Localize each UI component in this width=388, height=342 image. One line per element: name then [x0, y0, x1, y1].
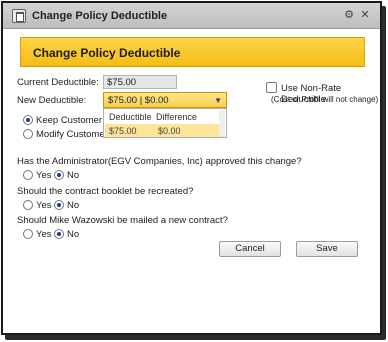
- option-deductible: $75.00: [109, 126, 137, 136]
- new-deductible-dropdown[interactable]: $75.00 | $0.00 ▼: [103, 92, 227, 108]
- column-header-difference: Difference: [156, 112, 197, 122]
- q3-no-label: No: [67, 229, 80, 240]
- q3-yes-radio[interactable]: [23, 229, 33, 239]
- close-icon[interactable]: ✕: [359, 9, 371, 21]
- question-mail-new-contract: Should Mike Wazowski be mailed a new con…: [17, 215, 228, 226]
- window-title: Change Policy Deductible: [32, 10, 168, 22]
- gear-icon[interactable]: ⚙: [343, 9, 355, 21]
- new-deductible-label: New Deductible:: [17, 95, 87, 106]
- q1-yes-radio[interactable]: [23, 170, 33, 180]
- keep-customer-cost-radio[interactable]: [23, 115, 33, 125]
- question-booklet-recreated: Should the contract booklet be recreated…: [17, 186, 194, 197]
- title-bar[interactable]: Change Policy Deductible ⚙ ✕: [3, 3, 380, 29]
- q1-no-label: No: [67, 170, 80, 181]
- q2-no-label: No: [67, 200, 80, 211]
- header-title: Change Policy Deductible: [33, 46, 181, 60]
- q1-no-radio[interactable]: [54, 170, 64, 180]
- option-difference: $0.00: [158, 126, 181, 136]
- header-banner: Change Policy Deductible: [20, 37, 365, 67]
- chevron-down-icon[interactable]: ▼: [214, 96, 222, 105]
- q3-yes-label: Yes: [36, 229, 52, 240]
- q1-yes-label: Yes: [36, 170, 52, 181]
- non-rate-note: (Cost or Profit will not change): [271, 95, 379, 104]
- options-scrollbar[interactable]: [219, 110, 225, 136]
- modify-customer-cost-radio[interactable]: [23, 129, 33, 139]
- current-deductible-value: $75.00: [103, 75, 177, 89]
- save-button[interactable]: Save: [296, 241, 358, 257]
- window-icon: [12, 9, 26, 23]
- new-deductible-options-panel: Deductible Difference $75.00 $0.00: [103, 108, 227, 138]
- deductible-option-row[interactable]: $75.00 $0.00: [105, 124, 225, 137]
- q2-no-radio[interactable]: [54, 200, 64, 210]
- non-rate-checkbox[interactable]: [266, 82, 277, 93]
- column-header-deductible: Deductible: [109, 112, 152, 122]
- dialog-frame: Change Policy Deductible ⚙ ✕ Change Poli…: [0, 0, 388, 342]
- cancel-button[interactable]: Cancel: [219, 241, 281, 257]
- q2-yes-radio[interactable]: [23, 200, 33, 210]
- q2-yes-label: Yes: [36, 200, 52, 211]
- q3-no-radio[interactable]: [54, 229, 64, 239]
- question-administrator-approved: Has the Administrator(EGV Companies, Inc…: [17, 156, 302, 167]
- new-deductible-selected: $75.00 | $0.00: [108, 95, 169, 106]
- current-deductible-label: Current Deductible:: [17, 77, 99, 88]
- change-policy-deductible-dialog: Change Policy Deductible ⚙ ✕ Change Poli…: [1, 1, 382, 335]
